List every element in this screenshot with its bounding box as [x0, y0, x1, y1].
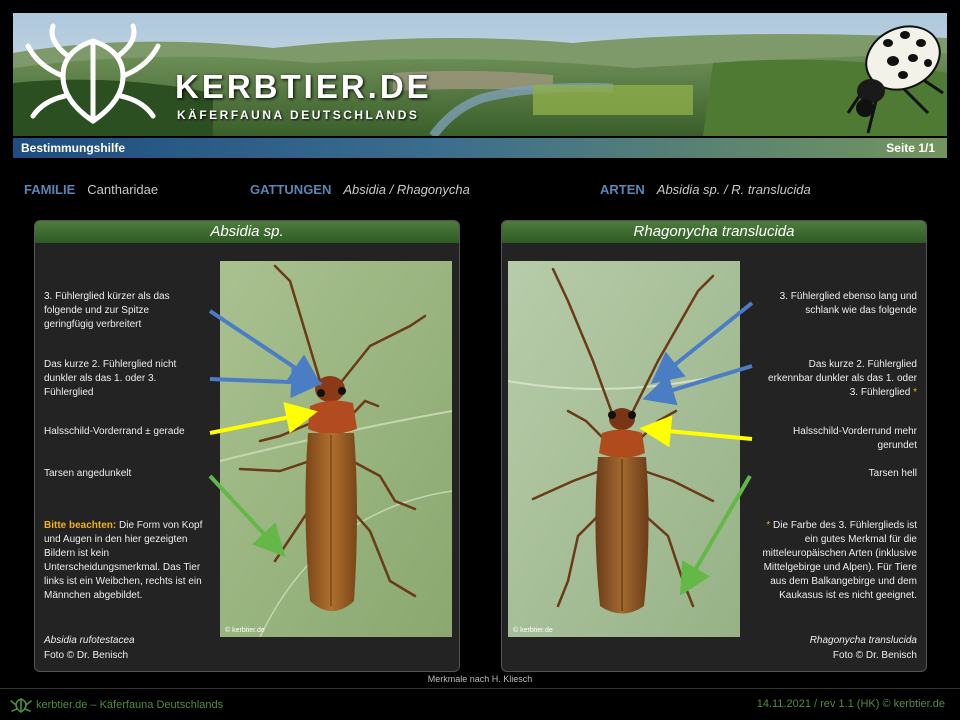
familie-row: FAMILIE Cantharidae — [24, 182, 158, 197]
arrow-blue-icon — [208, 309, 322, 386]
arrow-yellow-icon — [209, 402, 318, 435]
right-note-2-asterisk: * — [913, 387, 917, 398]
gattungen-row: GATTUNGEN Absidia / Rhagonycha — [250, 182, 470, 197]
footer-site-link[interactable]: kerbtier.de – Käferfauna Deutschlands — [10, 697, 223, 713]
arten-row: ARTEN Absidia sp. / R. translucida — [600, 182, 811, 197]
logo-subtitle: KÄFERFAUNA DEUTSCHLANDS — [177, 108, 420, 122]
bitte-label: Bitte beachten: — [44, 520, 117, 531]
left-arrows-overlay — [208, 309, 323, 557]
right-note-2-text: Das kurze 2. Fühlerglied erkennbar dunkl… — [768, 359, 917, 398]
gattungen-label: GATTUNGEN — [250, 182, 332, 197]
right-star-note: * Die Farbe des 3. Fühlerglieds ist ein … — [757, 519, 917, 603]
star-text: Die Farbe des 3. Fühlerglieds ist ein gu… — [762, 520, 917, 601]
beetle-mascot-icon — [846, 25, 944, 134]
left-note-3: Halsschild-Vorderrand ± gerade — [44, 426, 185, 437]
left-note-1: 3. Fühlerglied kürzer als das folgende u… — [44, 291, 170, 330]
left-species-panel: Absidia sp. © kerbtier.de 3. Fühlerglied… — [34, 220, 460, 672]
left-species-name: Absidia rufotestacea — [44, 635, 135, 646]
header-banner: KERBTIER.DE KÄFERFAUNA DEUTSCHLANDS — [13, 13, 947, 136]
arrow-yellow-icon — [639, 415, 753, 448]
right-note-2: Das kurze 2. Fühlerglied erkennbar dunkl… — [767, 358, 917, 400]
right-note-1: 3. Fühlerglied ebenso lang und schlank w… — [779, 291, 917, 316]
arrow-blue-icon — [650, 301, 754, 384]
right-note-3: Halsschild-Vorderrund mehr gerundet — [793, 426, 917, 451]
footer-divider — [0, 688, 960, 689]
right-note-4: Tarsen hell — [868, 468, 917, 479]
arrow-green-icon — [679, 474, 752, 596]
familie-label: FAMILIE — [24, 182, 76, 197]
left-photo-credit: Foto © Dr. Benisch — [44, 650, 129, 661]
arrow-blue-icon — [209, 366, 323, 399]
footer-site-text: kerbtier.de – Käferfauna Deutschlands — [36, 698, 224, 711]
star-asterisk: * — [766, 520, 771, 531]
left-note-2: Das kurze 2. Fühlerglied nicht dunkler a… — [44, 359, 177, 398]
logo-title: KERBTIER.DE — [175, 68, 432, 105]
familie-value: Cantharidae — [87, 182, 159, 197]
footer-logo-icon — [10, 698, 32, 713]
section-bar: Bestimmungshilfe Seite 1/1 — [13, 138, 947, 158]
gattungen-value: Absidia / Rhagonycha — [343, 182, 470, 197]
section-label: Bestimmungshilfe — [21, 141, 126, 155]
page-indicator: Seite 1/1 — [886, 141, 935, 155]
merkmale-credit: Merkmale nach H. Kliesch — [427, 674, 533, 684]
right-photo-credit: Foto © Dr. Benisch — [832, 650, 917, 661]
right-species-name: Rhagonycha translucida — [809, 635, 917, 646]
arten-value: Absidia sp. / R. translucida — [656, 182, 811, 197]
footer-date-rev: 14.11.2021 / rev 1.1 (HK) © kerbtier.de — [756, 698, 945, 710]
left-bitte-note: Bitte beachten: Die Form von Kopf und Au… — [44, 519, 204, 603]
kerbtier-logo-icon — [25, 23, 161, 125]
arrow-green-icon — [208, 474, 286, 557]
right-species-panel: Rhagonycha translucida © kerbtier.de 3. … — [501, 220, 927, 672]
arten-label: ARTEN — [600, 182, 645, 197]
left-note-4: Tarsen angedunkelt — [44, 468, 132, 479]
bitte-text: Die Form von Kopf und Augen in den hier … — [44, 520, 203, 601]
